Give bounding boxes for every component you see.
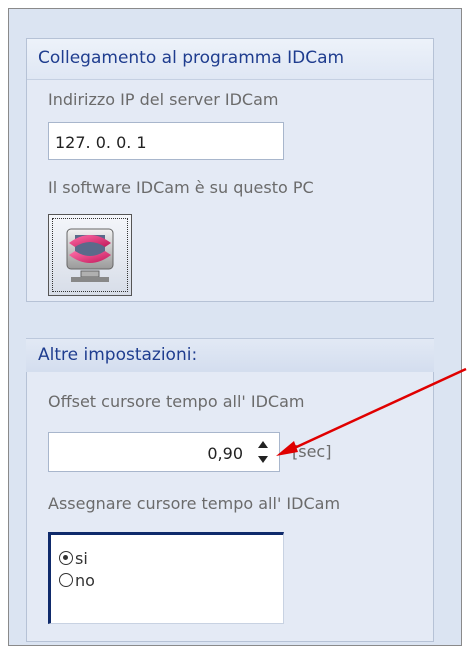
radio-label: si [75, 548, 88, 568]
local-software-label: Il software IDCam è su questo PC [48, 178, 314, 197]
ip-address-field[interactable]: 127. 0. 0. 1 [48, 122, 284, 160]
group-title-connection: Collegamento al programma IDCam [38, 48, 345, 68]
idcam-local-button[interactable] [48, 214, 132, 296]
radio-unselected-icon[interactable] [59, 573, 73, 587]
assign-label: Assegnare cursore tempo all' IDCam [48, 494, 341, 513]
radio-option-si[interactable]: si [59, 547, 88, 569]
radio-label: no [75, 570, 95, 590]
radio-selected-icon[interactable] [59, 551, 73, 565]
spin-up-icon[interactable] [258, 441, 268, 448]
spin-buttons[interactable] [255, 439, 271, 467]
assign-radio-group: si no [48, 532, 284, 624]
offset-value: 0,90 [207, 444, 243, 463]
idcam-app-icon [66, 228, 114, 282]
spin-down-icon[interactable] [258, 456, 268, 463]
ip-label: Indirizzo IP del server IDCam [48, 90, 279, 109]
offset-label: Offset cursore tempo all' IDCam [48, 392, 305, 411]
offset-unit: [sec] [292, 442, 332, 461]
offset-spinbox[interactable]: 0,90 [48, 432, 280, 472]
group-title-other: Altre impostazioni: [38, 345, 198, 365]
radio-option-no[interactable]: no [59, 569, 95, 591]
